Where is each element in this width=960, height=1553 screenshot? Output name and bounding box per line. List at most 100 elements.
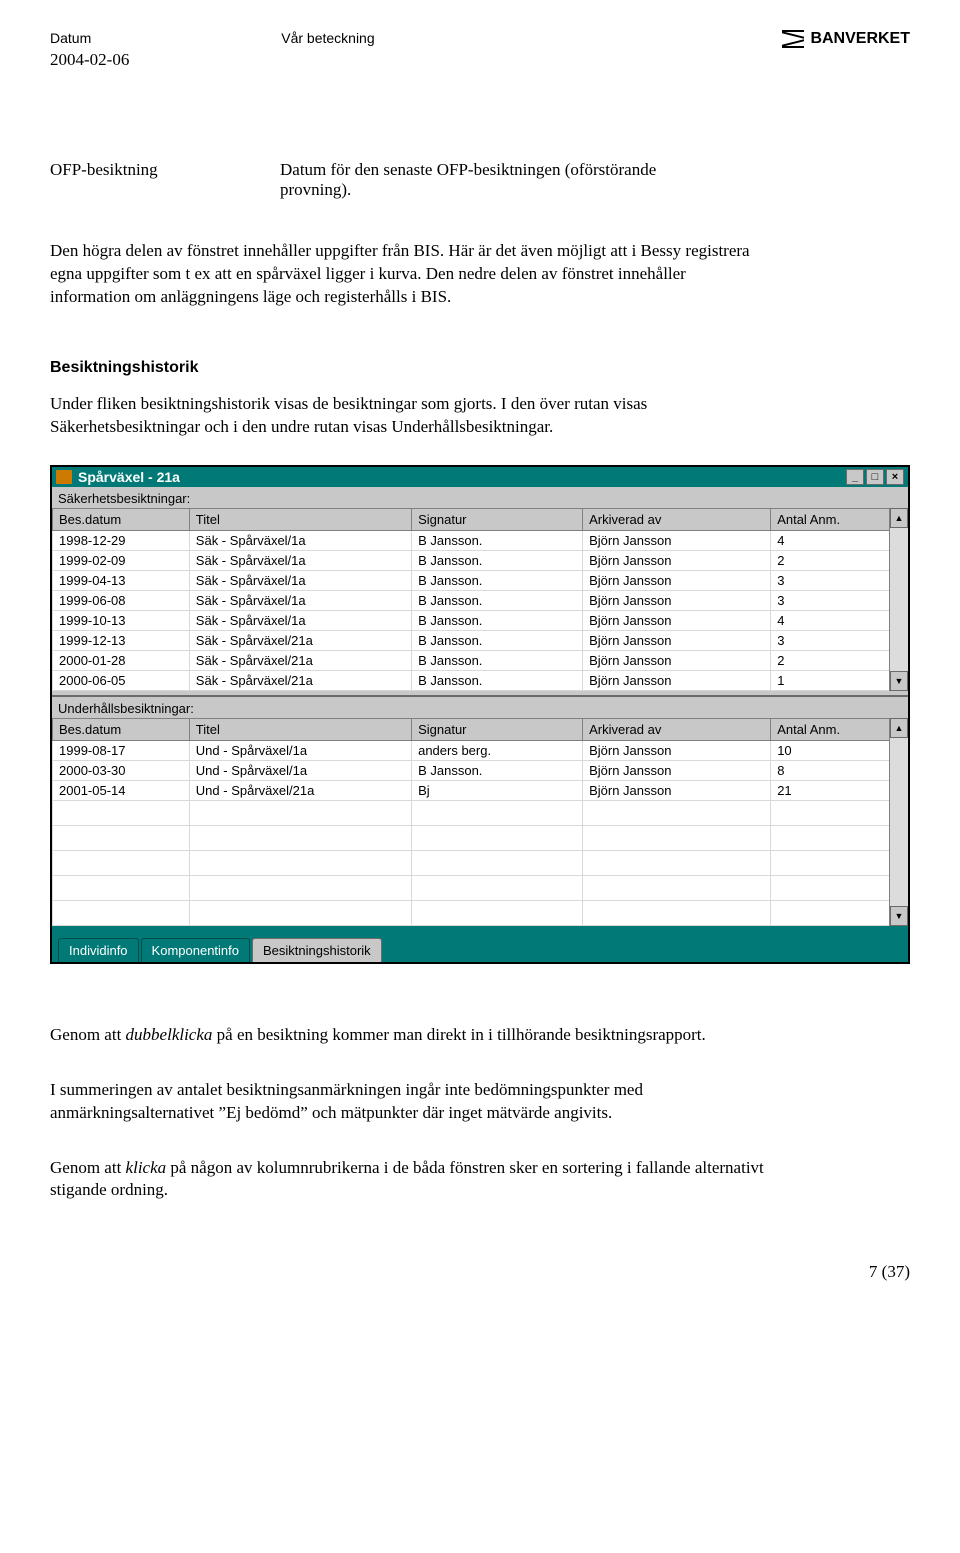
table-cell: B Jansson. (412, 760, 583, 780)
scroll-up-icon[interactable]: ▲ (890, 508, 908, 528)
page-header: Datum Vår beteckning BANVERKET (50, 30, 910, 48)
definition-desc: Datum för den senaste OFP-besiktningen (… (280, 160, 710, 200)
table-cell: Björn Jansson (583, 530, 771, 550)
col-header-signatur[interactable]: Signatur (412, 718, 583, 740)
und-table: Bes.datum Titel Signatur Arkiverad av An… (52, 718, 908, 926)
scroll-up-icon[interactable]: ▲ (890, 718, 908, 738)
col-header-arkiverad[interactable]: Arkiverad av (583, 508, 771, 530)
table-cell: B Jansson. (412, 610, 583, 630)
table-cell: Björn Jansson (583, 590, 771, 610)
table-cell: Säk - Spårväxel/1a (189, 590, 411, 610)
tab-besiktningshistorik[interactable]: Besiktningshistorik (252, 938, 382, 962)
table-row[interactable]: 2000-03-30Und - Spårväxel/1aB Jansson.Bj… (53, 760, 908, 780)
col-header-titel[interactable]: Titel (189, 508, 411, 530)
table-cell: 1999-02-09 (53, 550, 190, 570)
table-row[interactable]: 1999-06-08Säk - Spårväxel/1aB Jansson.Bj… (53, 590, 908, 610)
scroll-down-icon[interactable]: ▼ (890, 906, 908, 926)
brand-logo-icon (782, 30, 804, 48)
table-cell: Säk - Spårväxel/1a (189, 550, 411, 570)
panel-label-und: Underhållsbesiktningar: (52, 695, 908, 718)
brand-logo: BANVERKET (782, 30, 910, 48)
tab-komponentinfo[interactable]: Komponentinfo (141, 938, 250, 962)
und-grid-wrap: Bes.datum Titel Signatur Arkiverad av An… (52, 718, 908, 926)
window-close-button[interactable]: × (886, 469, 904, 485)
table-cell: 3 (771, 630, 908, 650)
table-cell: B Jansson. (412, 550, 583, 570)
app-icon (56, 470, 72, 484)
definition-row: OFP-besiktning Datum för den senaste OFP… (50, 160, 910, 200)
table-row[interactable]: 2000-06-05Säk - Spårväxel/21aB Jansson.B… (53, 670, 908, 690)
table-cell: Bj (412, 780, 583, 800)
table-row (53, 800, 908, 825)
table-cell: Björn Jansson (583, 610, 771, 630)
table-row[interactable]: 1998-12-29Säk - Spårväxel/1aB Jansson.Bj… (53, 530, 908, 550)
table-cell: B Jansson. (412, 630, 583, 650)
window-minimize-button[interactable]: _ (846, 469, 864, 485)
table-row[interactable]: 1999-08-17Und - Spårväxel/1aanders berg.… (53, 740, 908, 760)
table-cell: 2000-03-30 (53, 760, 190, 780)
table-row (53, 850, 908, 875)
table-cell: 1998-12-29 (53, 530, 190, 550)
table-cell: Säk - Spårväxel/21a (189, 670, 411, 690)
table-row[interactable]: 1999-12-13Säk - Spårväxel/21aB Jansson.B… (53, 630, 908, 650)
app-window: Spårväxel - 21a _ □ × Säkerhetsbesiktnin… (50, 465, 910, 964)
page-number: 7 (37) (50, 1262, 910, 1282)
window-titlebar: Spårväxel - 21a _ □ × (52, 467, 908, 487)
table-row (53, 900, 908, 925)
tab-individinfo[interactable]: Individinfo (58, 938, 139, 962)
table-cell: 1999-06-08 (53, 590, 190, 610)
col-header-antal[interactable]: Antal Anm. (771, 508, 908, 530)
table-cell: Säk - Spårväxel/21a (189, 630, 411, 650)
table-row[interactable]: 1999-04-13Säk - Spårväxel/1aB Jansson.Bj… (53, 570, 908, 590)
col-header-arkiverad[interactable]: Arkiverad av (583, 718, 771, 740)
table-cell: 4 (771, 530, 908, 550)
table-cell: Björn Jansson (583, 550, 771, 570)
table-cell: 3 (771, 570, 908, 590)
table-cell: Säk - Spårväxel/21a (189, 650, 411, 670)
table-cell: Säk - Spårväxel/1a (189, 570, 411, 590)
paragraph-4: I summeringen av antalet besiktningsanmä… (50, 1079, 770, 1125)
table-cell: Björn Jansson (583, 760, 771, 780)
paragraph-2: Under fliken besiktningshistorik visas d… (50, 393, 770, 439)
table-cell: 3 (771, 590, 908, 610)
table-cell: Säk - Spårväxel/1a (189, 610, 411, 630)
header-beteckning-label: Vår beteckning (281, 30, 374, 48)
table-cell: 4 (771, 610, 908, 630)
table-cell: Und - Spårväxel/1a (189, 740, 411, 760)
und-scrollbar[interactable]: ▲ ▼ (889, 718, 908, 926)
table-cell: B Jansson. (412, 570, 583, 590)
table-cell: B Jansson. (412, 590, 583, 610)
table-row (53, 825, 908, 850)
table-cell: Und - Spårväxel/1a (189, 760, 411, 780)
col-header-besdatum[interactable]: Bes.datum (53, 718, 190, 740)
table-row[interactable]: 2001-05-14Und - Spårväxel/21aBjBjörn Jan… (53, 780, 908, 800)
col-header-besdatum[interactable]: Bes.datum (53, 508, 190, 530)
table-cell: 2000-06-05 (53, 670, 190, 690)
table-cell: anders berg. (412, 740, 583, 760)
table-row (53, 875, 908, 900)
header-datum-label: Datum (50, 30, 91, 48)
table-cell: 1999-10-13 (53, 610, 190, 630)
table-cell: Björn Jansson (583, 570, 771, 590)
table-cell: 1999-04-13 (53, 570, 190, 590)
scroll-down-icon[interactable]: ▼ (890, 671, 908, 691)
table-cell: 1999-08-17 (53, 740, 190, 760)
table-cell: Björn Jansson (583, 670, 771, 690)
col-header-antal[interactable]: Antal Anm. (771, 718, 908, 740)
paragraph-5: Genom att klicka på någon av kolumnrubri… (50, 1157, 770, 1203)
sak-scrollbar[interactable]: ▲ ▼ (889, 508, 908, 691)
section-title-besiktningshistorik: Besiktningshistorik (50, 359, 910, 377)
table-cell: 1999-12-13 (53, 630, 190, 650)
table-cell: B Jansson. (412, 530, 583, 550)
table-row[interactable]: 1999-02-09Säk - Spårväxel/1aB Jansson.Bj… (53, 550, 908, 570)
table-row[interactable]: 2000-01-28Säk - Spårväxel/21aB Jansson.B… (53, 650, 908, 670)
window-maximize-button[interactable]: □ (866, 469, 884, 485)
col-header-titel[interactable]: Titel (189, 718, 411, 740)
table-cell: Björn Jansson (583, 630, 771, 650)
table-cell: Björn Jansson (583, 650, 771, 670)
table-cell: Björn Jansson (583, 780, 771, 800)
table-cell: 21 (771, 780, 908, 800)
table-row[interactable]: 1999-10-13Säk - Spårväxel/1aB Jansson.Bj… (53, 610, 908, 630)
sak-grid-wrap: Bes.datum Titel Signatur Arkiverad av An… (52, 508, 908, 691)
col-header-signatur[interactable]: Signatur (412, 508, 583, 530)
